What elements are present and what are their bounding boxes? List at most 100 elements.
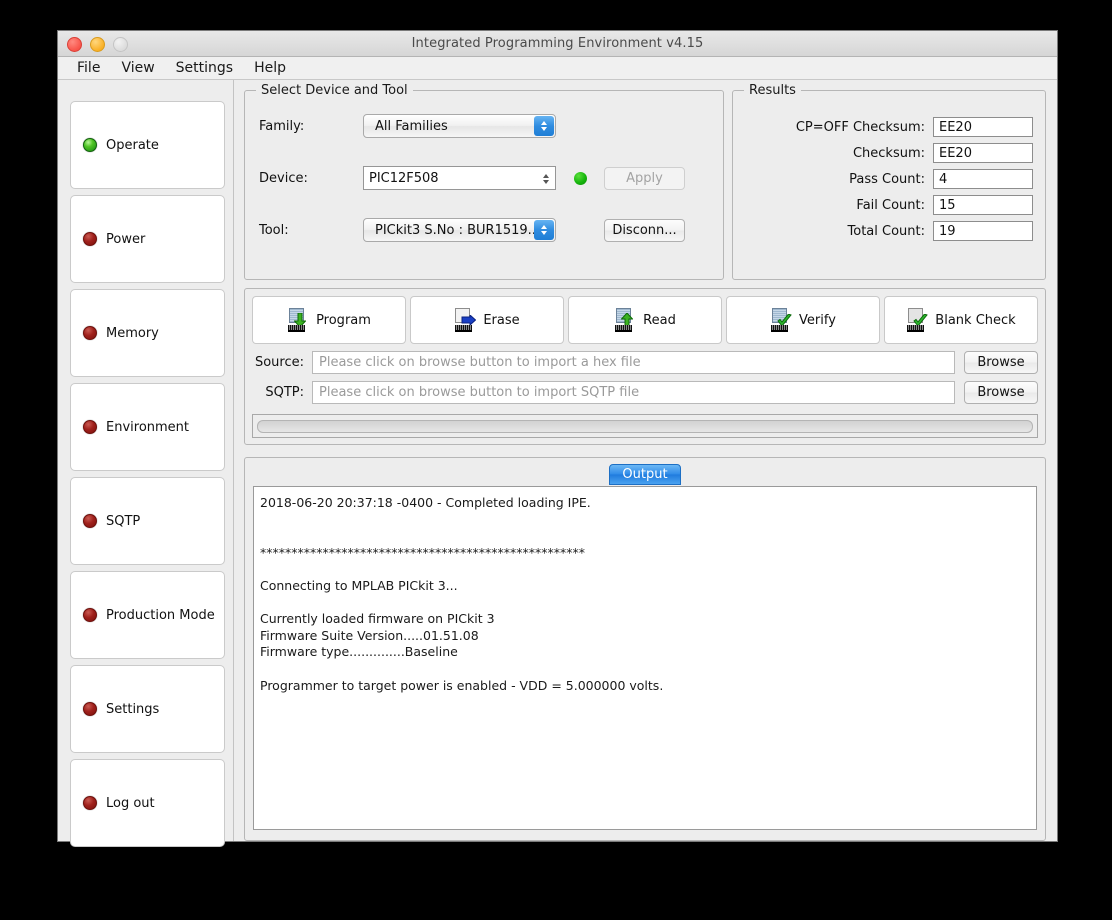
close-button[interactable] [67,37,82,52]
sqtp-input[interactable]: Please click on browse button to import … [312,381,955,404]
menu-file[interactable]: File [68,59,109,77]
device-combobox[interactable]: PIC12F508 [363,166,556,190]
checksum-value: EE20 [933,143,1033,163]
sidebar-item-settings[interactable]: Settings [70,665,225,753]
select-device-and-tool-panel: Select Device and Tool Family: All Famil… [244,83,724,280]
action-label: Read [643,312,676,328]
family-value: All Families [375,118,448,134]
device-value: PIC12F508 [369,170,439,186]
sidebar-item-label: SQTP [106,513,141,529]
status-led-icon [83,796,97,810]
status-led-icon [83,514,97,528]
program-button[interactable]: Program [252,296,406,344]
window-body: Operate Power Memory Environment SQTP Pr… [58,80,1057,847]
action-label: Program [316,312,371,328]
family-dropdown[interactable]: All Families [363,114,556,138]
progress-container [252,414,1038,438]
chip-check-icon [770,308,792,332]
action-label: Blank Check [935,312,1016,328]
chevron-updown-icon[interactable] [538,169,553,188]
chevron-updown-icon[interactable] [534,116,554,136]
tool-dropdown[interactable]: PICkit3 S.No : BUR1519... [363,218,556,242]
chevron-updown-icon[interactable] [534,220,554,240]
action-label: Verify [799,312,836,328]
blank-check-button[interactable]: Blank Check [884,296,1038,344]
output-console[interactable]: 2018-06-20 20:37:18 -0400 - Completed lo… [253,486,1037,830]
sidebar-item-label: Settings [106,701,160,717]
source-row: Source: Please click on browse button to… [252,351,1038,374]
sqtp-label: SQTP: [265,385,304,400]
source-browse-button[interactable]: Browse [964,351,1038,374]
erase-button[interactable]: Erase [410,296,564,344]
sidebar-item-environment[interactable]: Environment [70,383,225,471]
panel-title: Results [744,83,801,98]
sqtp-browse-button[interactable]: Browse [964,381,1038,404]
chip-erase-icon [454,308,477,332]
result-row: Total Count: 19 [745,221,1033,241]
total-count-label: Total Count: [847,223,925,239]
sidebar-item-log-out[interactable]: Log out [70,759,225,847]
sidebar-item-memory[interactable]: Memory [70,289,225,377]
sidebar-item-label: Log out [106,795,155,811]
family-row: Family: All Families [257,114,711,138]
main-content: Select Device and Tool Family: All Famil… [234,80,1057,841]
fail-count-label: Fail Count: [856,197,925,213]
sidebar-item-power[interactable]: Power [70,195,225,283]
zoom-button [113,37,128,52]
status-led-icon [83,326,97,340]
menu-view[interactable]: View [112,59,163,77]
sidebar-item-sqtp[interactable]: SQTP [70,477,225,565]
action-label: Erase [483,312,520,328]
menu-bar: File View Settings Help [58,57,1057,80]
chip-download-icon [287,308,309,332]
apply-button[interactable]: Apply [604,166,685,190]
chip-upload-icon [614,308,636,332]
sidebar: Operate Power Memory Environment SQTP Pr… [58,80,234,847]
action-buttons-row: Program Erase Read Verify Blank Check [252,296,1038,344]
device-label: Device: [259,170,308,186]
result-row: Checksum: EE20 [745,143,1033,163]
status-led-icon [83,608,97,622]
menu-settings[interactable]: Settings [167,59,242,77]
source-label: Source: [254,355,304,370]
sidebar-item-production-mode[interactable]: Production Mode [70,571,225,659]
device-row: Device: PIC12F508 Apply [257,166,711,190]
operations-panel: Program Erase Read Verify Blank Check So… [244,288,1046,445]
checksum-label: Checksum: [852,145,925,161]
family-label: Family: [259,118,305,134]
output-tabstrip: Output [253,464,1037,485]
panel-title: Select Device and Tool [256,83,413,98]
verify-button[interactable]: Verify [726,296,880,344]
sidebar-item-label: Operate [106,137,159,153]
pass-count-label: Pass Count: [849,171,925,187]
result-row: Pass Count: 4 [745,169,1033,189]
connection-status-indicator [574,171,587,185]
tool-value: PICkit3 S.No : BUR1519... [375,222,541,238]
read-button[interactable]: Read [568,296,722,344]
sidebar-item-label: Power [106,231,146,247]
output-panel: Output 2018-06-20 20:37:18 -0400 - Compl… [244,457,1046,841]
minimize-button[interactable] [90,37,105,52]
cp-off-checksum-label: CP=OFF Checksum: [795,119,925,135]
menu-help[interactable]: Help [245,59,295,77]
sidebar-item-label: Production Mode [106,607,215,623]
title-bar: Integrated Programming Environment v4.15 [58,31,1057,57]
result-row: Fail Count: 15 [745,195,1033,215]
application-window: Integrated Programming Environment v4.15… [57,30,1058,847]
tab-output[interactable]: Output [609,464,681,485]
total-count-value: 19 [933,221,1033,241]
source-input[interactable]: Please click on browse button to import … [312,351,955,374]
tool-label: Tool: [259,222,289,238]
pass-count-value: 4 [933,169,1033,189]
sidebar-item-operate[interactable]: Operate [70,101,225,189]
top-panels-row: Select Device and Tool Family: All Famil… [244,83,1046,280]
sqtp-row: SQTP: Please click on browse button to i… [252,381,1038,404]
progress-bar [257,419,1033,433]
disconnect-button[interactable]: Disconn... [604,218,685,242]
status-led-icon [83,138,97,152]
status-led-icon [83,420,97,434]
window-controls [67,37,128,52]
fail-count-value: 15 [933,195,1033,215]
sidebar-item-label: Memory [106,325,159,341]
results-panel: Results CP=OFF Checksum: EE20 Checksum: … [732,83,1046,280]
